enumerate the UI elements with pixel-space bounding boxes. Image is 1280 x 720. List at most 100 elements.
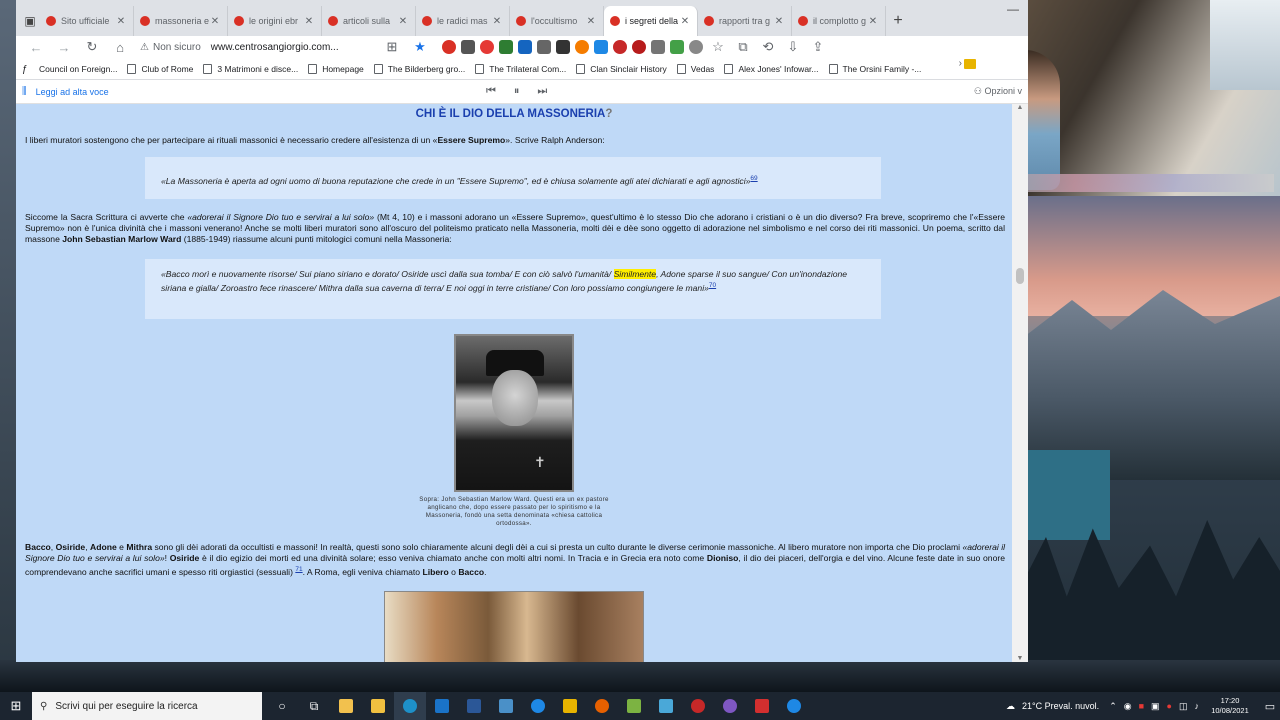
firefox-icon[interactable] [586, 692, 618, 720]
folder-icon[interactable] [964, 59, 976, 69]
bookmark-item[interactable]: The Bilderberg gro... [373, 63, 465, 74]
bookmark-item[interactable]: 3 Matrimoni e disce... [203, 63, 298, 74]
bookmark-item[interactable]: The Orsini Family -... [828, 63, 921, 74]
tray-app-icon[interactable]: ■ [1139, 701, 1144, 711]
tab[interactable]: articoli sulla ✕ [322, 6, 416, 36]
close-tab-icon[interactable]: ✕ [585, 16, 597, 27]
previous-icon[interactable]: ⏮ [486, 85, 496, 98]
extension-icon[interactable] [632, 40, 646, 54]
share-icon[interactable]: ⇪ [808, 39, 828, 55]
home-icon[interactable]: ⌂ [106, 40, 134, 55]
extension-icon[interactable] [499, 40, 513, 54]
tab[interactable]: massoneria e ✕ [134, 6, 228, 36]
extension-icon[interactable] [594, 40, 608, 54]
read-mode-icon[interactable]: ⊞ [378, 39, 406, 55]
close-tab-icon[interactable]: ✕ [773, 16, 785, 27]
close-tab-icon[interactable]: ✕ [303, 16, 315, 27]
tray-app-icon[interactable]: ▣ [1151, 701, 1160, 712]
file-explorer-icon[interactable] [330, 692, 362, 720]
extension-icon[interactable] [556, 40, 570, 54]
scroll-down-icon[interactable]: ▼ [1012, 655, 1028, 662]
bookmark-item[interactable]: Clan Sinclair History [576, 63, 667, 74]
internet-explorer-icon[interactable] [522, 692, 554, 720]
voice-options-button[interactable]: ⚇ Opzioni v [974, 86, 1022, 97]
tray-expand-icon[interactable]: ⌃ [1109, 701, 1117, 712]
favorites-icon[interactable]: ☆ [708, 39, 728, 55]
footnote-link[interactable]: 70 [709, 282, 716, 289]
bookmark-item[interactable]: ƒ Council on Foreign... [22, 64, 117, 75]
close-tab-icon[interactable]: ✕ [115, 16, 127, 27]
extension-icon[interactable] [480, 40, 494, 54]
bookmark-item[interactable]: The Trilateral Com... [475, 63, 566, 74]
scrollbar-thumb[interactable] [1016, 268, 1024, 284]
extension-icon[interactable] [442, 40, 456, 54]
volume-icon[interactable]: ♪ [1195, 701, 1200, 711]
tray-app-icon[interactable]: ◉ [1124, 701, 1132, 712]
minimize-icon[interactable]: — [998, 2, 1028, 16]
mail-icon[interactable] [426, 692, 458, 720]
task-view-icon[interactable]: ⧉ [298, 692, 330, 720]
bookmark-item[interactable]: Homepage [308, 63, 364, 74]
extension-icon[interactable] [670, 40, 684, 54]
app-icon[interactable] [618, 692, 650, 720]
bookmark-item[interactable]: Vedas [676, 63, 714, 74]
close-tab-icon[interactable]: ✕ [679, 16, 691, 27]
footnote-link[interactable]: 71 [295, 566, 302, 573]
app-icon[interactable] [746, 692, 778, 720]
vertical-scrollbar[interactable]: ▲ ▼ [1012, 104, 1028, 662]
bookmark-item[interactable]: Club of Rome [127, 63, 193, 74]
footnote-link[interactable]: 69 [750, 175, 757, 182]
reload-icon[interactable]: ↻ [78, 39, 106, 55]
edge-icon[interactable] [394, 692, 426, 720]
favorite-star-icon[interactable]: ★ [406, 39, 434, 55]
tray-app-icon[interactable]: ● [1167, 701, 1172, 711]
tab[interactable]: il complotto g ✕ [792, 6, 886, 36]
extension-icon[interactable] [518, 40, 532, 54]
app-icon[interactable] [490, 692, 522, 720]
back-icon[interactable]: ← [22, 40, 50, 55]
new-tab-button[interactable]: + [886, 6, 910, 36]
extension-icon[interactable] [461, 40, 475, 54]
windows-start-icon[interactable]: ⊞ [0, 692, 32, 720]
network-icon[interactable]: ◫ [1179, 701, 1188, 712]
extension-icon[interactable] [537, 40, 551, 54]
read-aloud-label[interactable]: Leggi ad alta voce [36, 87, 109, 97]
extension-icon[interactable] [689, 40, 703, 54]
app-icon[interactable] [650, 692, 682, 720]
tab-actions-icon[interactable]: ▣ [20, 6, 40, 36]
downloads-icon[interactable]: ⇩ [783, 39, 803, 55]
weather-widget[interactable]: 21°C Preval. nuvol. [1022, 701, 1099, 711]
tab[interactable]: rapporti tra g ✕ [698, 6, 792, 36]
bookmarks-overflow-chevron-icon[interactable]: › [959, 58, 962, 69]
tab-active[interactable]: i segreti della ✕ [604, 6, 698, 36]
close-tab-icon[interactable]: ✕ [491, 16, 503, 27]
app-icon[interactable] [778, 692, 810, 720]
close-tab-icon[interactable]: ✕ [209, 16, 221, 27]
store-icon[interactable] [362, 692, 394, 720]
collections-icon[interactable]: ⧉ [733, 39, 753, 55]
taskbar-search[interactable]: ⚲ Scrivi qui per eseguire la ricerca [32, 692, 262, 720]
extension-icon[interactable] [575, 40, 589, 54]
tab[interactable]: le radici mas ✕ [416, 6, 510, 36]
tab[interactable]: le origini ebr ✕ [228, 6, 322, 36]
notifications-icon[interactable]: ▭ [1260, 700, 1280, 713]
extension-icon[interactable] [651, 40, 665, 54]
address-bar[interactable]: ⚠ Non sicuro www.centrosangiorgio.com... [140, 37, 378, 57]
next-icon[interactable]: ⏭ [537, 85, 547, 98]
folder-icon[interactable] [554, 692, 586, 720]
app-icon[interactable] [682, 692, 714, 720]
forward-icon[interactable]: → [50, 40, 78, 55]
tab[interactable]: l'occultismo ✕ [510, 6, 604, 36]
extension-icon[interactable] [613, 40, 627, 54]
app-icon[interactable] [714, 692, 746, 720]
cortana-icon[interactable]: ○ [266, 692, 298, 720]
close-tab-icon[interactable]: ✕ [397, 16, 409, 27]
clock[interactable]: 17:20 10/08/2021 [1206, 696, 1254, 716]
tab[interactable]: Sito ufficiale ✕ [40, 6, 134, 36]
close-tab-icon[interactable]: ✕ [867, 16, 879, 27]
scroll-up-icon[interactable]: ▲ [1012, 104, 1028, 111]
history-icon[interactable]: ⟲ [758, 39, 778, 55]
bookmark-item[interactable]: Alex Jones' Infowar... [724, 63, 819, 74]
word-icon[interactable] [458, 692, 490, 720]
pause-icon[interactable]: ⏸ [514, 85, 520, 98]
